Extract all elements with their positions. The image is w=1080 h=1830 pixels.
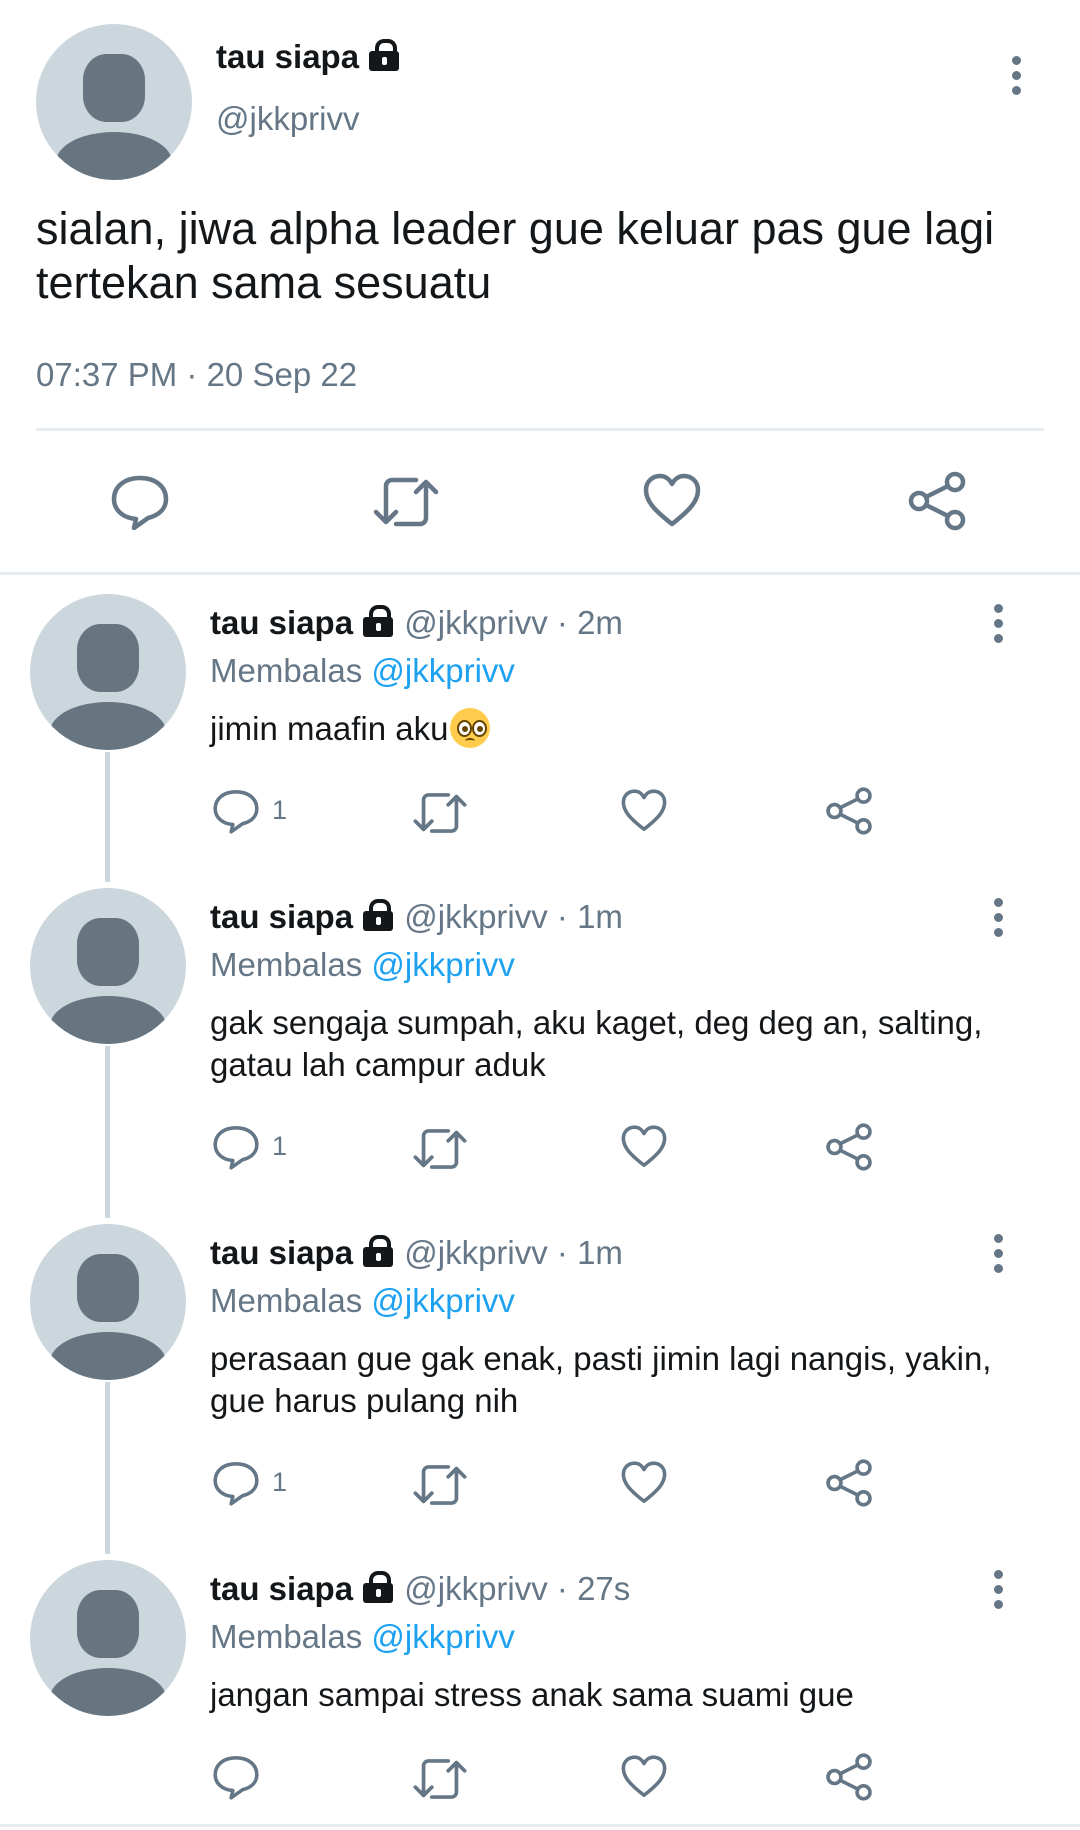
reply-mention[interactable]: @jkkprivv bbox=[371, 652, 515, 689]
comment-count: 1 bbox=[272, 1131, 288, 1161]
author-handle[interactable]: @jkkprivv bbox=[404, 1570, 548, 1607]
like-icon[interactable] bbox=[620, 1754, 668, 1800]
divider bbox=[0, 572, 1080, 575]
comment-icon[interactable] bbox=[212, 788, 260, 834]
lock-icon bbox=[367, 39, 401, 71]
reply-time: · 1m bbox=[556, 1234, 623, 1271]
retweet-icon[interactable] bbox=[412, 1126, 468, 1172]
author-handle[interactable]: @jkkprivv bbox=[404, 604, 548, 641]
share-icon[interactable] bbox=[906, 470, 968, 532]
retweet-icon[interactable] bbox=[412, 1756, 468, 1802]
reply-mention[interactable]: @jkkprivv bbox=[371, 1618, 515, 1655]
more-icon[interactable] bbox=[994, 1570, 1004, 1615]
reply-time: · 1m bbox=[556, 898, 623, 935]
avatar[interactable] bbox=[36, 24, 192, 180]
more-icon[interactable] bbox=[994, 1234, 1004, 1279]
divider bbox=[0, 1824, 1080, 1827]
comment-icon[interactable] bbox=[212, 1124, 260, 1170]
comment-count: 1 bbox=[272, 795, 288, 825]
reply-mention[interactable]: @jkkprivv bbox=[371, 946, 515, 983]
author-name[interactable]: tau siapa bbox=[210, 898, 353, 935]
share-icon[interactable] bbox=[824, 1458, 874, 1508]
share-icon[interactable] bbox=[824, 786, 874, 836]
share-icon[interactable] bbox=[824, 1122, 874, 1172]
avatar[interactable] bbox=[30, 1560, 186, 1716]
more-icon[interactable] bbox=[994, 898, 1004, 943]
comment-icon[interactable] bbox=[212, 1460, 260, 1506]
share-icon[interactable] bbox=[824, 1752, 874, 1802]
tweet-text: sialan, jiwa alpha leader gue keluar pas… bbox=[36, 203, 995, 308]
retweet-icon[interactable] bbox=[412, 790, 468, 836]
like-icon[interactable] bbox=[620, 788, 668, 834]
like-icon[interactable] bbox=[642, 472, 702, 530]
thread-line bbox=[105, 1382, 110, 1554]
comment-icon[interactable] bbox=[110, 474, 170, 530]
more-icon[interactable] bbox=[1012, 56, 1022, 101]
reply-time: · 27s bbox=[556, 1570, 631, 1607]
avatar[interactable] bbox=[30, 888, 186, 1044]
author-handle[interactable]: @jkkprivv bbox=[404, 898, 548, 935]
thread-line bbox=[105, 1046, 110, 1218]
retweet-icon[interactable] bbox=[372, 474, 440, 530]
reply-text: jimin maafin aku bbox=[210, 710, 449, 747]
reply-text: perasaan gue gak enak, pasti jimin lagi … bbox=[210, 1340, 992, 1419]
like-icon[interactable] bbox=[620, 1124, 668, 1170]
reply-label: Membalas bbox=[210, 1618, 363, 1655]
lock-icon bbox=[361, 1571, 395, 1603]
author-name[interactable]: tau siapa bbox=[210, 1234, 353, 1271]
reply-text: gak sengaja sumpah, aku kaget, deg deg a… bbox=[210, 1004, 983, 1083]
retweet-icon[interactable] bbox=[412, 1462, 468, 1508]
reply-label: Membalas bbox=[210, 1282, 363, 1319]
author-name[interactable]: tau siapa bbox=[210, 1570, 353, 1607]
like-icon[interactable] bbox=[620, 1460, 668, 1506]
more-icon[interactable] bbox=[994, 604, 1004, 649]
comment-icon[interactable] bbox=[212, 1754, 260, 1800]
tweet-timestamp: 07:37 PM · 20 Sep 22 bbox=[36, 356, 358, 393]
divider bbox=[36, 428, 1044, 431]
lock-icon bbox=[361, 899, 395, 931]
author-handle[interactable]: @jkkprivv bbox=[216, 100, 360, 138]
comment-count: 1 bbox=[272, 1467, 288, 1497]
reply-mention[interactable]: @jkkprivv bbox=[371, 1282, 515, 1319]
author-name[interactable]: tau siapa bbox=[210, 604, 353, 641]
reply-label: Membalas bbox=[210, 652, 363, 689]
reply-text: jangan sampai stress anak sama suami gue bbox=[210, 1676, 854, 1713]
reply-time: · 2m bbox=[556, 604, 623, 641]
thread-line bbox=[105, 752, 110, 882]
avatar[interactable] bbox=[30, 1224, 186, 1380]
lock-icon bbox=[361, 1235, 395, 1267]
author-name[interactable]: tau siapa bbox=[216, 38, 359, 75]
lock-icon bbox=[361, 605, 395, 637]
author-handle[interactable]: @jkkprivv bbox=[404, 1234, 548, 1271]
reply-label: Membalas bbox=[210, 946, 363, 983]
pleading-face-emoji bbox=[450, 708, 491, 748]
avatar[interactable] bbox=[30, 594, 186, 750]
